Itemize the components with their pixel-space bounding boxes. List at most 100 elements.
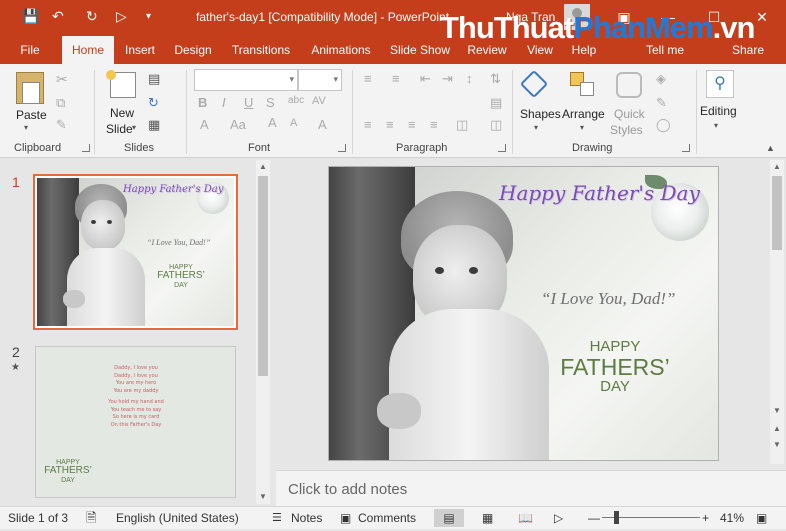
fit-to-window-icon[interactable]: ▣	[756, 511, 767, 525]
tab-file[interactable]: File	[10, 36, 50, 64]
paste-button[interactable]: Paste	[16, 108, 47, 122]
editing-button[interactable]: Editing	[700, 104, 737, 118]
notes-pane[interactable]: Click to add notes	[276, 470, 786, 506]
tab-transitions[interactable]: Transitions	[228, 36, 294, 64]
align-center-icon[interactable]: ≡	[386, 118, 394, 131]
comments-icon[interactable]: ▣	[340, 511, 351, 525]
customize-qat-icon[interactable]: ▾	[146, 11, 151, 22]
font-size-combo[interactable]: ▾	[298, 69, 342, 91]
zoom-out-icon[interactable]: —	[588, 511, 600, 525]
drawing-launcher-icon[interactable]	[682, 144, 690, 152]
text-direction-icon[interactable]: ⇅	[490, 72, 501, 85]
scroll-up-icon[interactable]: ▲	[256, 160, 270, 174]
zoom-in-icon[interactable]: +	[702, 511, 709, 525]
copy-icon[interactable]: ⧉	[56, 96, 65, 109]
comments-button[interactable]: Comments	[358, 511, 416, 525]
reading-view-icon[interactable]: 📖	[518, 511, 533, 525]
tab-design[interactable]: Design	[170, 36, 216, 64]
italic-icon[interactable]: I	[222, 96, 226, 109]
scroll-down-icon[interactable]: ▼	[770, 404, 784, 418]
happy-fathers-day-text[interactable]: HAPPY FATHERS’ DAY	[557, 339, 673, 395]
bold-icon[interactable]: B	[198, 96, 207, 109]
notes-icon[interactable]: ☰	[272, 511, 282, 524]
clipboard-launcher-icon[interactable]	[82, 144, 90, 152]
collapse-ribbon-icon[interactable]: ▲	[766, 144, 775, 153]
zoom-level[interactable]: 41%	[720, 511, 744, 525]
columns-icon[interactable]: ◫	[456, 118, 468, 131]
find-icon[interactable]: ⚲	[706, 70, 734, 98]
slide-scrollbar[interactable]: ▲ ▼ ▲ ▼	[770, 160, 784, 464]
clear-formatting-icon[interactable]: A	[318, 118, 327, 131]
slide-title[interactable]: Happy Father's Day	[499, 181, 700, 205]
tab-animations[interactable]: Animations	[306, 36, 376, 64]
slide-quote[interactable]: “I Love You, Dad!”	[541, 289, 675, 309]
decrease-font-icon[interactable]: A	[290, 118, 297, 129]
shadow-icon[interactable]: S	[266, 96, 275, 109]
next-slide-icon[interactable]: ▼	[770, 438, 784, 452]
previous-slide-icon[interactable]: ▲	[770, 422, 784, 436]
align-text-icon[interactable]: ▤	[490, 96, 502, 109]
reset-icon[interactable]: ↻	[148, 96, 159, 109]
font-name-combo[interactable]: ▾	[194, 69, 298, 91]
justify-icon[interactable]: ≡	[430, 118, 438, 131]
shape-outline-icon[interactable]: ✎	[656, 96, 667, 109]
paragraph-launcher-icon[interactable]	[498, 144, 506, 152]
notes-placeholder[interactable]: Click to add notes	[288, 481, 407, 498]
undo-icon[interactable]: ↶	[52, 8, 64, 25]
bullets-icon[interactable]: ≡	[364, 72, 372, 85]
line-spacing-icon[interactable]: ↕	[466, 72, 473, 85]
arrange-button[interactable]: Arrange	[562, 107, 605, 121]
section-icon[interactable]: ▦	[148, 118, 160, 131]
paste-dropdown-icon[interactable]: ▾	[24, 124, 28, 132]
new-slide-label-2[interactable]: Slide	[106, 122, 133, 136]
change-case-icon[interactable]: Aa	[230, 118, 246, 131]
format-painter-icon[interactable]: ✎	[56, 118, 67, 131]
thumbnail-slide-2[interactable]: Daddy, I love you Daddy, I love you You ar…	[35, 346, 236, 498]
new-slide-label-1[interactable]: New	[110, 106, 134, 120]
slide-sorter-view-icon[interactable]: ▦	[482, 511, 493, 525]
quick-styles-label-1[interactable]: Quick	[614, 107, 645, 121]
decrease-indent-icon[interactable]: ⇤	[420, 72, 431, 85]
shape-fill-icon[interactable]: ◈	[656, 72, 666, 85]
normal-view-icon[interactable]: ▤	[434, 509, 464, 527]
character-spacing-icon[interactable]: AV	[312, 96, 326, 107]
notes-button[interactable]: Notes	[291, 511, 322, 525]
font-launcher-icon[interactable]	[338, 144, 346, 152]
thumbnail-slide-1[interactable]: Happy Father's Day “I Love You, Dad!” HA…	[33, 174, 238, 330]
cut-icon[interactable]: ✂	[56, 72, 68, 86]
layout-icon[interactable]: ▤	[148, 72, 160, 85]
numbering-icon[interactable]: ≡	[392, 72, 400, 85]
tab-home[interactable]: Home	[62, 36, 114, 64]
zoom-slider-thumb[interactable]	[614, 511, 619, 524]
shapes-icon[interactable]	[519, 69, 549, 99]
shapes-button[interactable]: Shapes	[520, 107, 561, 121]
editing-dropdown-icon[interactable]: ▾	[714, 122, 718, 130]
quick-styles-icon[interactable]	[616, 72, 642, 98]
scroll-up-icon[interactable]: ▲	[770, 160, 784, 174]
smartart-icon[interactable]: ◫	[490, 118, 502, 131]
shape-effects-icon[interactable]: ◯	[656, 118, 671, 131]
slide-show-view-icon[interactable]: ▷	[554, 511, 563, 525]
save-icon[interactable]: 💾	[22, 8, 39, 25]
underline-icon[interactable]: U	[244, 96, 253, 109]
increase-font-icon[interactable]: A	[268, 116, 277, 129]
scrollbar-thumb[interactable]	[772, 176, 782, 250]
main-slide[interactable]: Happy Father's Day “I Love You, Dad!” HA…	[328, 166, 719, 461]
scroll-down-icon[interactable]: ▼	[256, 490, 270, 504]
font-color-icon[interactable]: A	[200, 118, 209, 131]
strikethrough-icon[interactable]: abc	[288, 96, 304, 106]
spelling-check-icon[interactable]: 🗎	[86, 509, 96, 531]
redo-icon[interactable]: ↻	[86, 8, 98, 25]
new-slide-dropdown-icon[interactable]: ▾	[132, 124, 136, 132]
quick-styles-label-2[interactable]: Styles	[610, 123, 643, 137]
align-right-icon[interactable]: ≡	[408, 118, 416, 131]
align-left-icon[interactable]: ≡	[364, 118, 372, 131]
present-from-start-icon[interactable]: ▷	[116, 8, 127, 25]
thumbnail-scrollbar[interactable]: ▲ ▼	[256, 160, 270, 504]
shapes-dropdown-icon[interactable]: ▾	[534, 124, 538, 132]
arrange-dropdown-icon[interactable]: ▾	[580, 124, 584, 132]
language-indicator[interactable]: English (United States)	[116, 511, 239, 525]
increase-indent-icon[interactable]: ⇥	[442, 72, 453, 85]
tab-insert[interactable]: Insert	[120, 36, 160, 64]
scrollbar-thumb[interactable]	[258, 176, 268, 376]
